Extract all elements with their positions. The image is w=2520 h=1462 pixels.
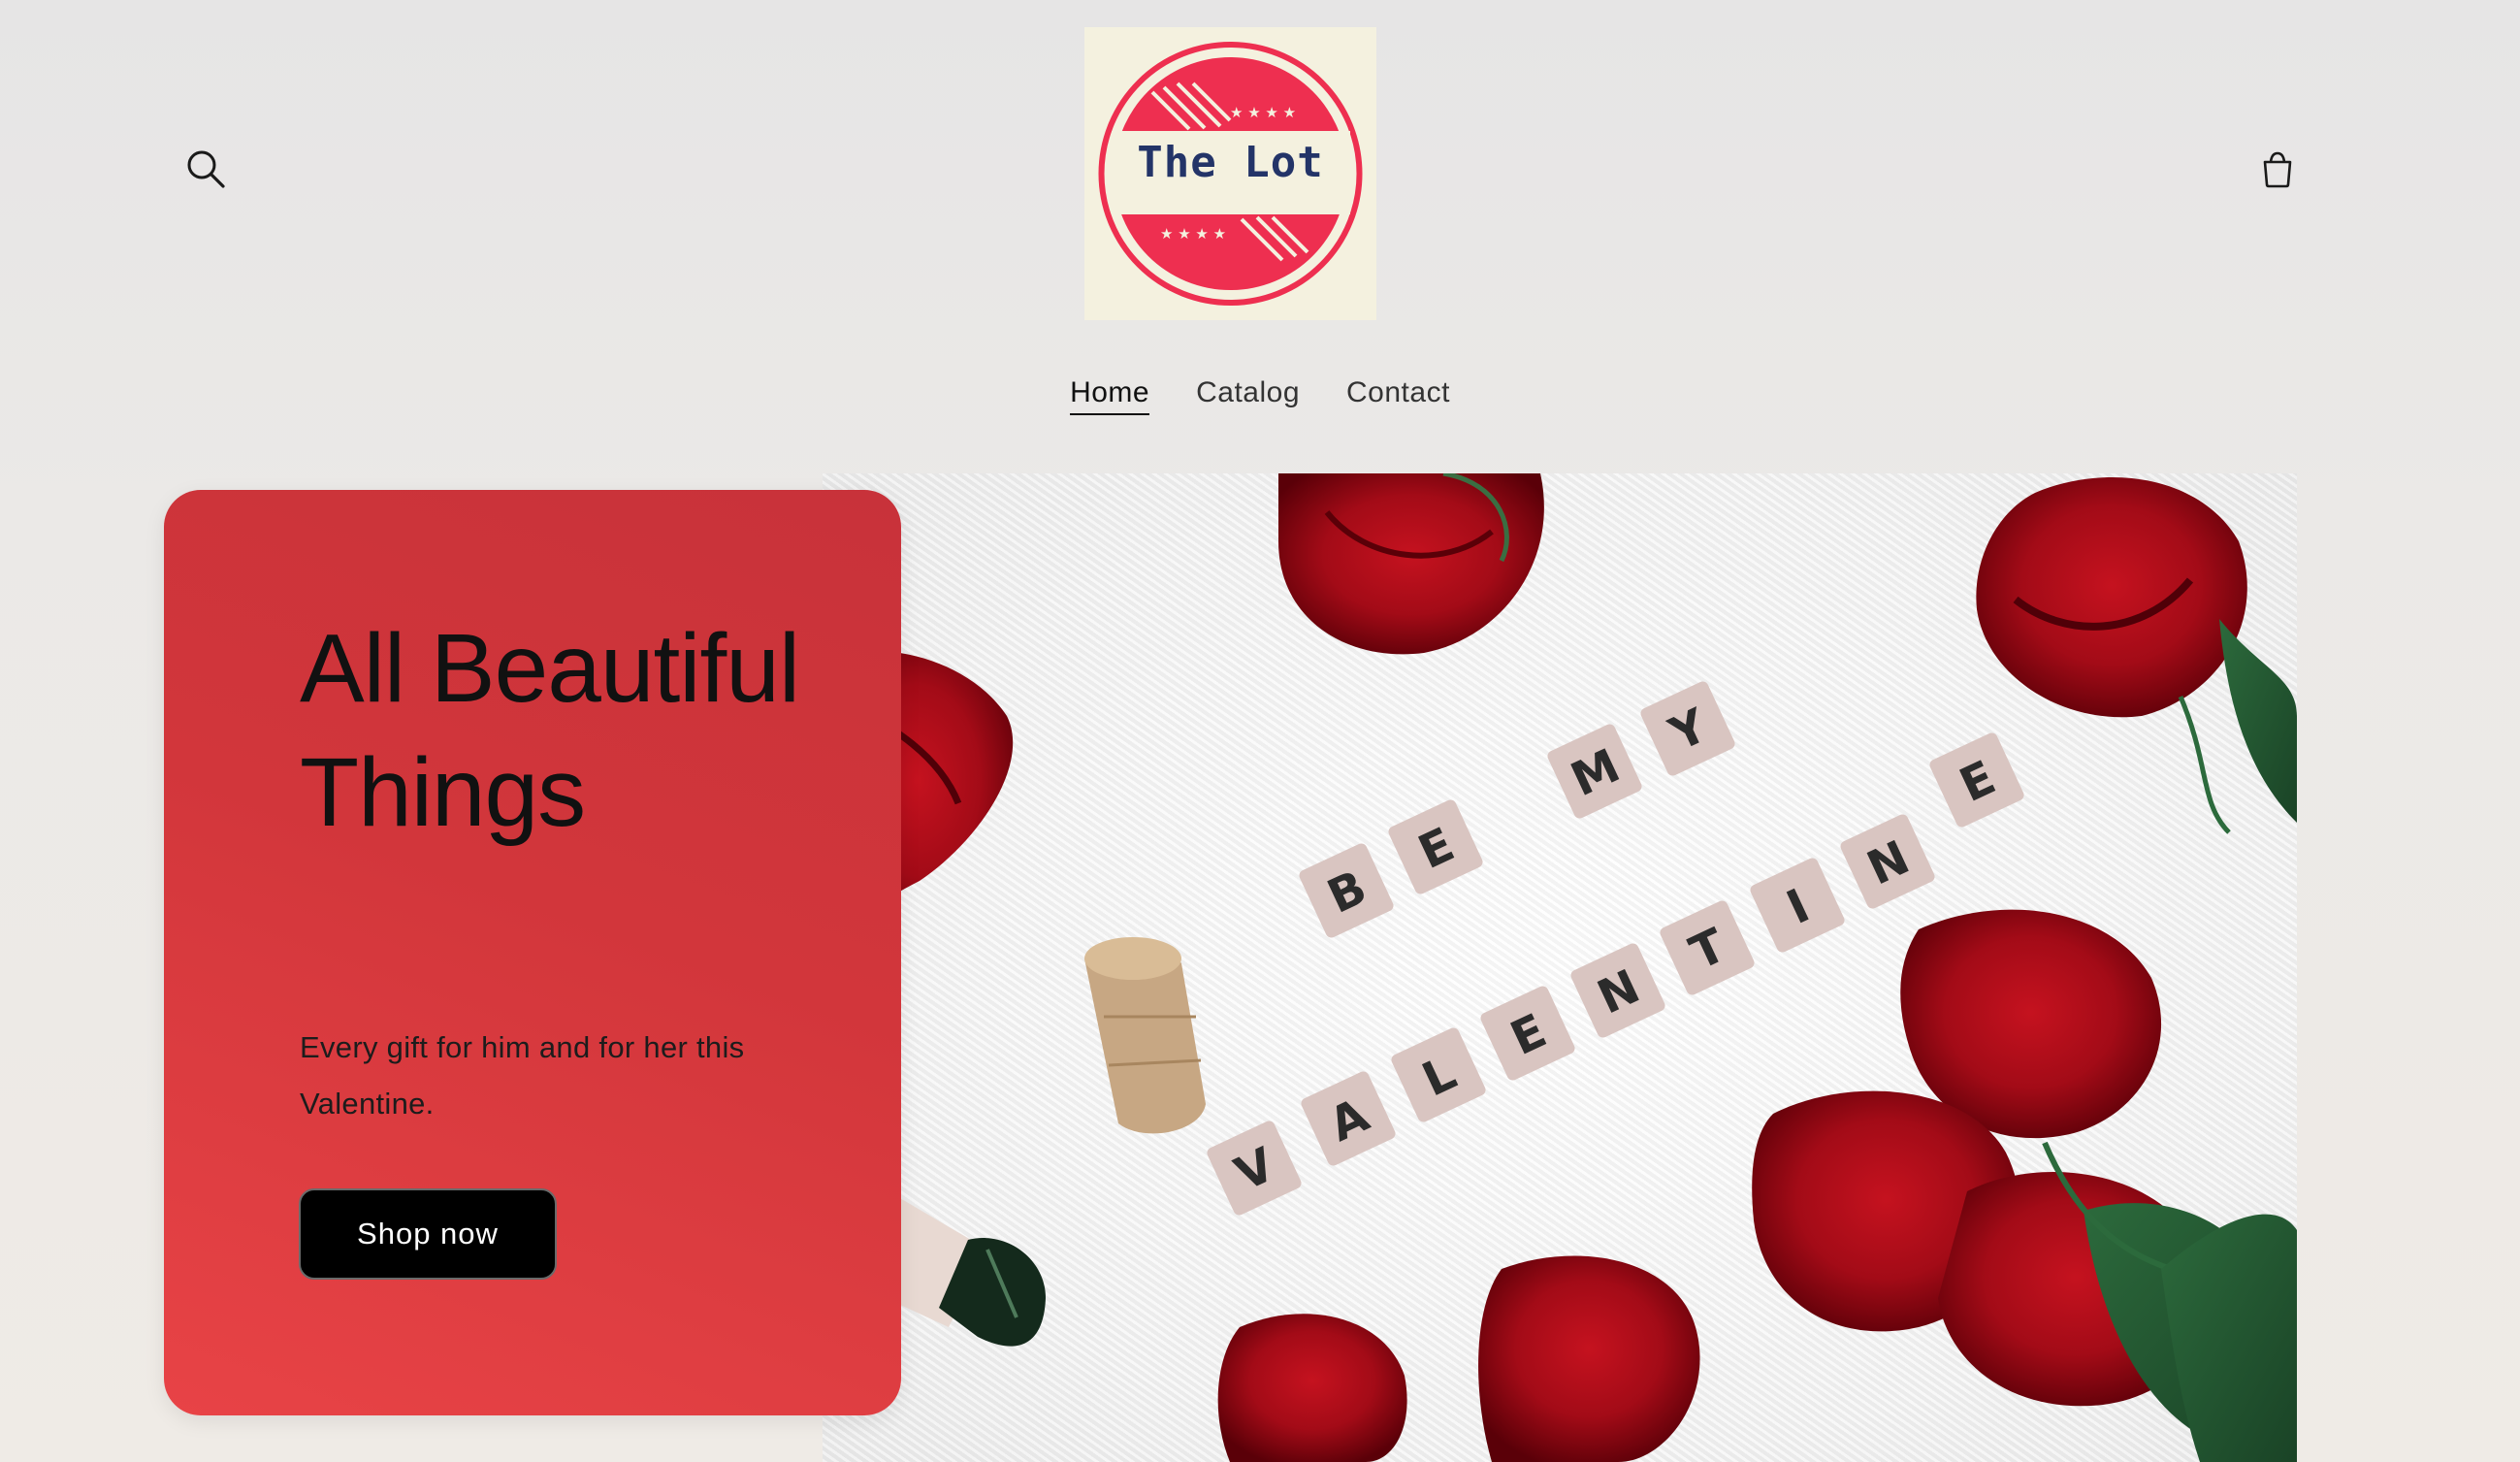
- store-logo[interactable]: ★ ★ ★ ★ ★ ★ ★ ★ The Lot: [1084, 27, 1376, 320]
- nav-item-contact[interactable]: Contact: [1346, 373, 1450, 415]
- search-button[interactable]: [175, 138, 237, 200]
- site-header: ★ ★ ★ ★ ★ ★ ★ ★ The Lot Home Catalog Con…: [0, 0, 2520, 475]
- cart-button[interactable]: [2246, 138, 2309, 200]
- nav-item-catalog[interactable]: Catalog: [1196, 373, 1300, 415]
- cart-icon: [2263, 151, 2292, 188]
- hero-title: All Beautiful Things: [300, 614, 800, 847]
- nav-item-home[interactable]: Home: [1070, 373, 1150, 415]
- hero-image: B E M Y V A L E N T I N E: [823, 473, 2297, 1462]
- hero-promo-card: All Beautiful Things Every gift for him …: [164, 490, 901, 1415]
- logo-text: The Lot: [1137, 137, 1324, 187]
- rose-bottom-cluster: [1217, 909, 2297, 1462]
- shop-now-button[interactable]: Shop now: [299, 1188, 557, 1280]
- rose-top-right: [1976, 477, 2247, 718]
- hero-subtitle: Every gift for him and for her this Vale…: [300, 1030, 745, 1121]
- rose-top: [1278, 473, 1544, 655]
- main-nav: Home Catalog Contact: [0, 373, 2520, 415]
- champagne-cork: [1084, 937, 1206, 1134]
- search-icon: [187, 150, 225, 188]
- valentine-photo: B E M Y V A L E N T I N E: [823, 473, 2297, 1462]
